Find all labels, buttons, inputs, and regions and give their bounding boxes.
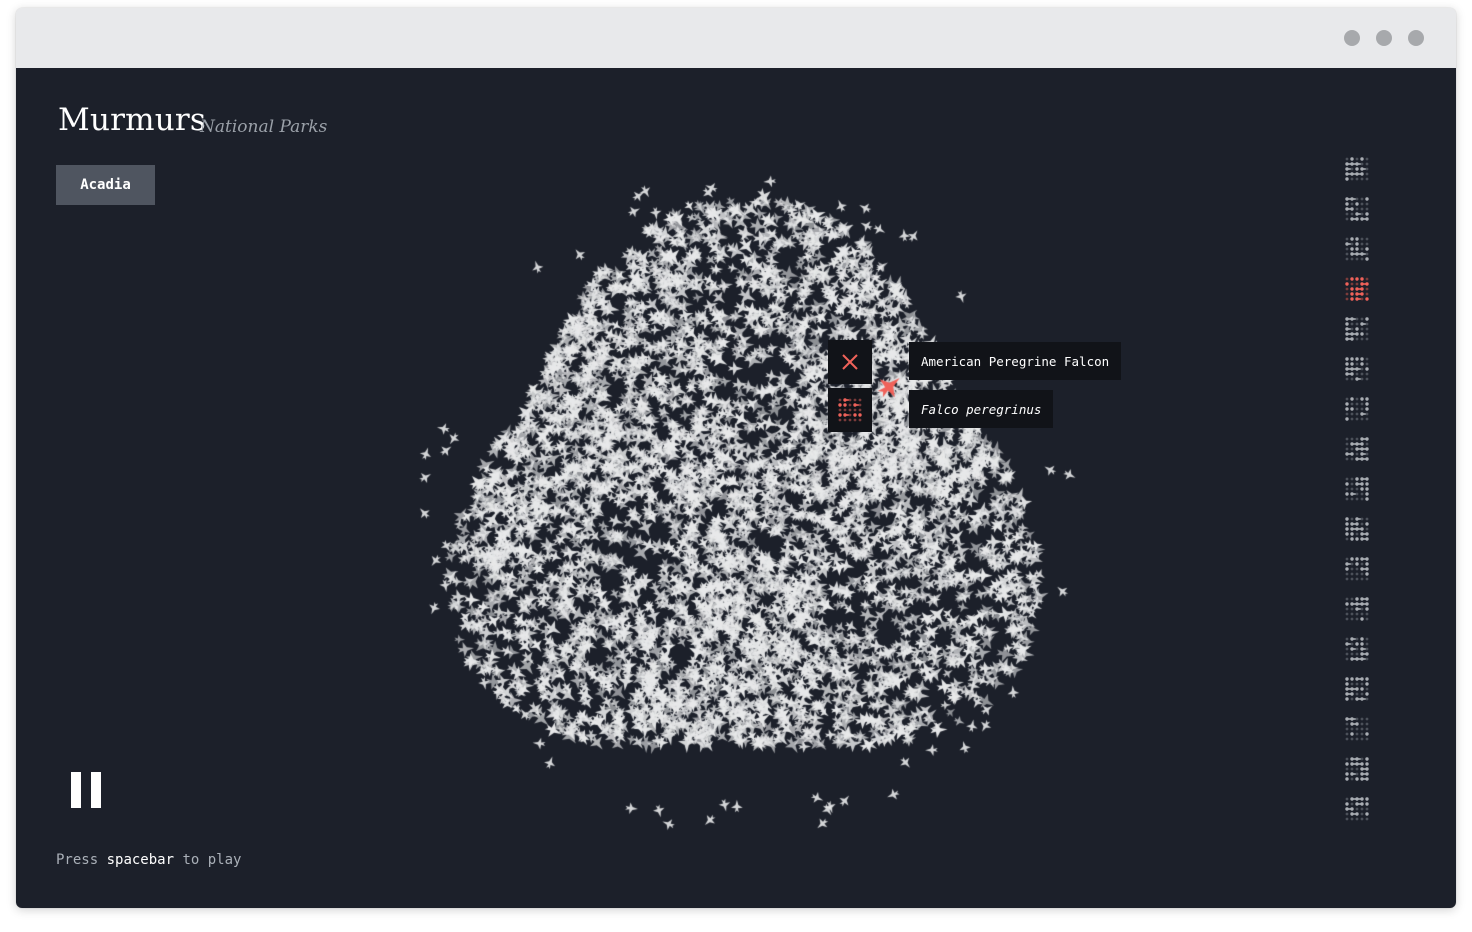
species-icon-item[interactable] [1344,316,1370,342]
species-icon-item[interactable] [1344,596,1370,622]
species-icon-item[interactable] [1344,396,1370,422]
dot-matrix-species-icon [1345,677,1369,701]
bird-scientific-name: Falco peregrinus [909,390,1054,428]
dot-matrix-species-icon [1345,317,1369,341]
dot-matrix-species-icon [1345,797,1369,821]
dot-matrix-species-icon [1345,157,1369,181]
dot-matrix-species-icon [1345,197,1369,221]
pause-icon [91,772,101,808]
species-icon-item[interactable] [1344,756,1370,782]
dot-matrix-species-icon [1345,597,1369,621]
hint-prefix: Press [56,852,99,868]
app-window: Murmurs National Parks Acadia American P… [16,8,1456,908]
playback-hint: Press spacebar to play [56,852,241,868]
dot-matrix-species-icon [1345,477,1369,501]
page-subtitle: National Parks [200,117,328,137]
species-icon-item[interactable] [1344,276,1370,302]
pause-icon [71,772,81,808]
pause-button[interactable] [71,772,101,808]
dot-matrix-species-icon [1345,357,1369,381]
dot-matrix-species-icon [1345,397,1369,421]
window-titlebar [16,8,1456,68]
dot-matrix-species-icon [1345,277,1369,301]
species-icon-item[interactable] [1344,476,1370,502]
dot-matrix-species-icon [1345,717,1369,741]
species-icon-item[interactable] [1344,676,1370,702]
dot-matrix-species-icon [1345,437,1369,461]
dot-matrix-species-icon [1345,637,1369,661]
species-icon-item[interactable] [1344,196,1370,222]
dot-matrix-species-icon [838,398,862,422]
species-icon-item[interactable] [1344,436,1370,462]
bird-common-name: American Peregrine Falcon [909,342,1122,380]
dot-matrix-species-icon [1345,757,1369,781]
window-control-dot[interactable] [1344,30,1360,46]
bird-flock-canvas[interactable] [16,68,1456,908]
dot-matrix-species-icon [1345,557,1369,581]
window-control-dot[interactable] [1376,30,1392,46]
species-icon-item[interactable] [1344,796,1370,822]
visualization-area: Murmurs National Parks Acadia American P… [16,68,1456,908]
species-icon-item[interactable] [1344,236,1370,262]
hint-suffix: to play [182,852,242,868]
dot-matrix-species-icon [1345,237,1369,261]
park-selector-button[interactable]: Acadia [56,165,155,205]
dot-matrix-species-icon [1345,517,1369,541]
species-icon-item[interactable] [1344,516,1370,542]
window-control-dot[interactable] [1408,30,1424,46]
species-icon-item[interactable] [1344,716,1370,742]
selected-species-glyph [828,388,872,432]
close-icon [842,354,858,370]
page-title: Murmurs [58,102,207,138]
species-icon-item[interactable] [1344,156,1370,182]
hint-key: spacebar [106,852,175,868]
species-icon-item[interactable] [1344,556,1370,582]
species-icon-item[interactable] [1344,636,1370,662]
close-button[interactable] [828,340,872,384]
species-icon-item[interactable] [1344,356,1370,382]
